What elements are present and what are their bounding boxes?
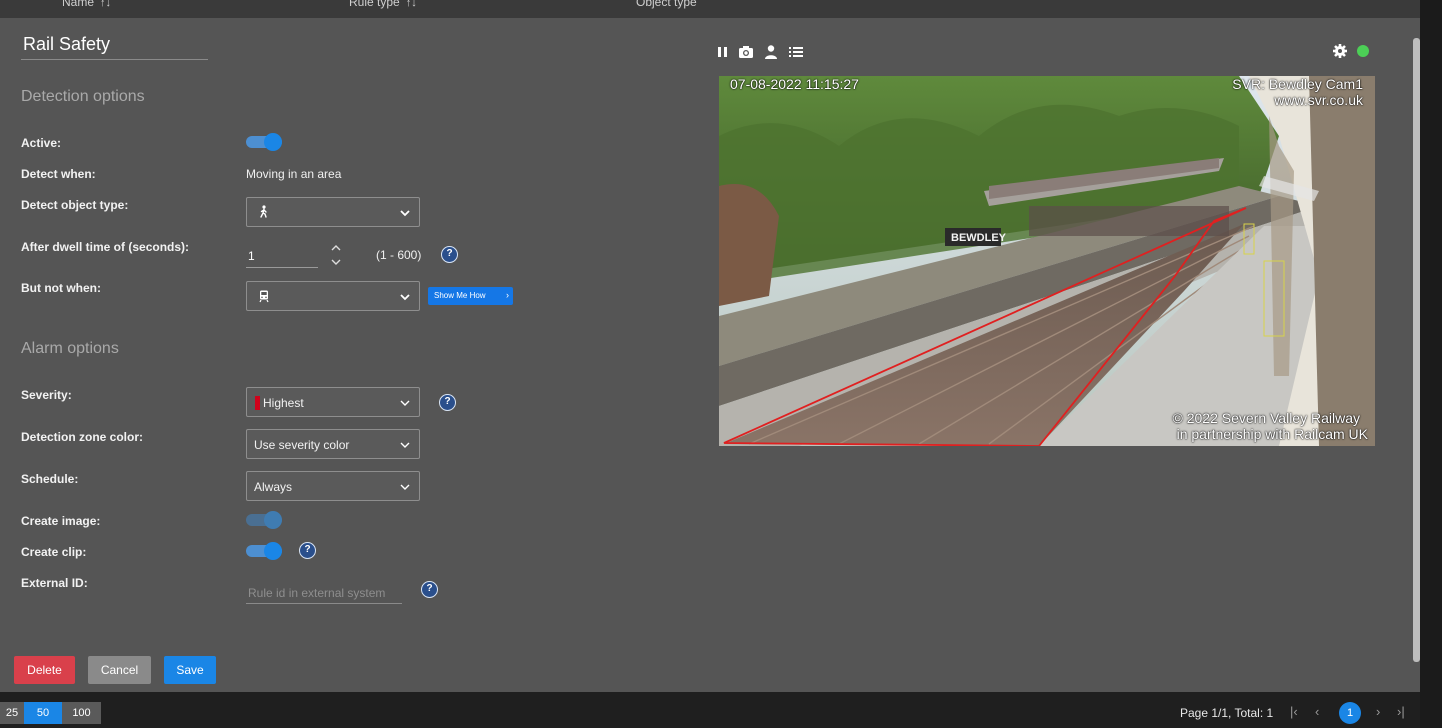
save-button[interactable]: Save <box>164 656 216 684</box>
gear-icon[interactable] <box>1332 43 1348 59</box>
external-id-help-icon[interactable]: ? <box>421 581 438 598</box>
rule-panel: Detection options Active: Detect when: M… <box>0 18 1420 692</box>
person-icon[interactable] <box>763 44 779 60</box>
chevron-right-icon: › <box>506 290 509 300</box>
chevron-down-icon <box>400 484 410 490</box>
detect-when-label: Detect when: <box>21 167 96 181</box>
page-number-button[interactable]: 1 <box>1339 702 1361 724</box>
sort-icon[interactable]: ↑↓ <box>406 0 417 9</box>
column-header-name[interactable]: Name ↑↓ <box>62 0 111 9</box>
person-walking-icon <box>260 205 267 218</box>
column-header-rule-type-label: Rule type <box>349 0 400 9</box>
detect-when-value: Moving in an area <box>246 167 342 181</box>
dwell-range-hint: (1 - 600) <box>376 248 422 262</box>
zone-color-select[interactable]: Use severity color <box>246 429 420 459</box>
cancel-button[interactable]: Cancel <box>88 656 151 684</box>
live-status-indicator <box>1357 45 1369 57</box>
chevron-down-icon <box>400 400 410 406</box>
active-toggle[interactable] <box>246 133 282 151</box>
dwell-help-icon[interactable]: ? <box>441 246 458 263</box>
schedule-label: Schedule: <box>21 472 79 486</box>
last-page-icon[interactable]: ›| <box>1397 704 1405 719</box>
page-size-25[interactable]: 25 <box>0 702 24 724</box>
camera-timestamp: 07-08-2022 11:15:27 <box>730 76 859 92</box>
prev-page-icon[interactable]: ‹ <box>1315 704 1319 719</box>
but-not-when-label: But not when: <box>21 281 101 295</box>
chevron-down-icon <box>400 294 410 301</box>
panel-scrollbar[interactable] <box>1413 38 1420 662</box>
detect-object-type-label: Detect object type: <box>21 198 129 212</box>
active-label: Active: <box>21 136 62 150</box>
first-page-icon[interactable]: |‹ <box>1290 704 1298 719</box>
camera-scene-image: BEWDLEY <box>719 76 1375 446</box>
severity-help-icon[interactable]: ? <box>439 394 456 411</box>
zone-color-label: Detection zone color: <box>21 430 144 444</box>
severity-select-value: Highest <box>263 396 304 410</box>
create-image-toggle[interactable] <box>246 511 282 529</box>
column-header-rule-type[interactable]: Rule type ↑↓ <box>349 0 417 9</box>
chevron-down-icon <box>400 442 410 448</box>
delete-button[interactable]: Delete <box>14 656 75 684</box>
column-header-name-label: Name <box>62 0 95 9</box>
next-page-icon[interactable]: › <box>1376 704 1380 719</box>
window-edge <box>1420 0 1442 728</box>
create-clip-help-icon[interactable]: ? <box>299 542 316 559</box>
camera-website: www.svr.co.uk <box>1274 92 1363 108</box>
create-clip-toggle-knob <box>264 542 282 560</box>
create-image-label: Create image: <box>21 514 101 528</box>
severity-select[interactable]: Highest <box>246 387 420 417</box>
pagination-bar: 25 50 100 Page 1/1, Total: 1 |‹ ‹ 1 › ›| <box>0 692 1420 728</box>
station-sign-text: BEWDLEY <box>951 232 1007 244</box>
show-me-how-label: Show Me How <box>434 291 486 300</box>
external-id-input[interactable] <box>246 582 402 604</box>
create-clip-label: Create clip: <box>21 545 87 559</box>
create-clip-toggle[interactable] <box>246 542 282 560</box>
dwell-time-input[interactable] <box>246 244 318 268</box>
camera-partnership: in partnership with Railcam UK <box>1176 426 1368 442</box>
page-size-50[interactable]: 50 <box>24 702 62 724</box>
rule-editor-screen: Name ↑↓ Rule type ↑↓ Object type Detection… <box>0 0 1442 728</box>
severity-label: Severity: <box>21 388 72 402</box>
column-header-object-type-label: Object type <box>636 0 697 9</box>
train-icon <box>259 290 269 303</box>
camera-name: SVR: Bewdley Cam1 <box>1232 76 1363 92</box>
severity-color-swatch <box>255 396 260 410</box>
page-info: Page 1/1, Total: 1 <box>1180 706 1274 720</box>
camera-icon[interactable] <box>738 44 754 60</box>
active-toggle-knob <box>264 133 282 151</box>
schedule-select-value: Always <box>254 480 293 494</box>
detection-options-heading: Detection options <box>21 88 145 105</box>
show-me-how-button[interactable]: Show Me How › <box>428 287 513 305</box>
table-header: Name ↑↓ Rule type ↑↓ Object type <box>0 0 1420 18</box>
pause-icon[interactable] <box>715 44 731 60</box>
camera-copyright: © 2022 Severn Valley Railway <box>1172 410 1360 426</box>
dwell-time-label: After dwell time of (seconds): <box>21 240 190 254</box>
zone-color-select-value: Use severity color <box>254 438 350 452</box>
object-type-select[interactable] <box>246 197 420 227</box>
alarm-options-heading: Alarm options <box>21 340 119 357</box>
create-image-toggle-knob <box>264 511 282 529</box>
list-icon[interactable] <box>788 44 804 60</box>
column-header-object-type[interactable]: Object type <box>636 0 697 9</box>
schedule-select[interactable]: Always <box>246 471 420 501</box>
chevron-down-icon <box>400 210 410 217</box>
camera-view[interactable]: BEWDLEY 07-08-2022 11:15:27 SVR: Bewdley… <box>719 76 1375 446</box>
rule-name-input[interactable] <box>21 34 208 60</box>
page-size-100[interactable]: 100 <box>62 702 101 724</box>
sort-icon[interactable]: ↑↓ <box>100 0 111 9</box>
dwell-stepper-icon[interactable] <box>330 242 342 268</box>
but-not-when-select[interactable] <box>246 281 420 311</box>
external-id-label: External ID: <box>21 576 88 590</box>
